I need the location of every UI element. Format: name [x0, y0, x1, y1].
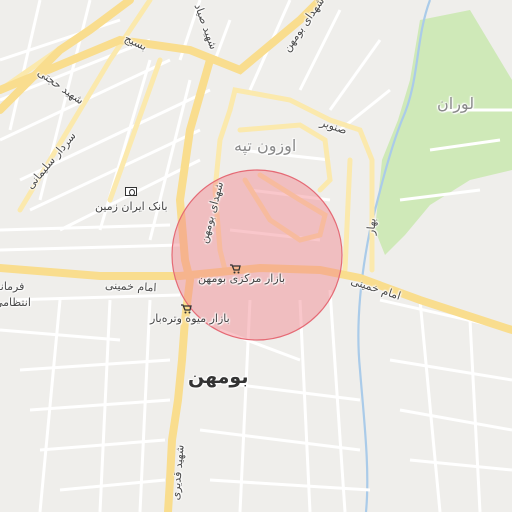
road-label-imam-khomeini-west: امام خمینی	[104, 278, 157, 295]
place-label-owzun-tappeh: اوزون تپه	[234, 136, 297, 155]
place-label-bumehen: بومهن	[188, 366, 249, 388]
road-label-edge-left-1: فرمانداری	[0, 280, 25, 293]
cart-icon[interactable]	[230, 259, 241, 274]
map-base-layer	[0, 0, 512, 512]
bank-icon[interactable]	[125, 187, 137, 196]
poi-label-bank[interactable]: بانک ایران زمین	[95, 200, 168, 213]
poi-label-bazaar-fruit[interactable]: بازار میوه وتره‌بار	[150, 312, 230, 325]
green-park-area	[375, 10, 512, 255]
road-label-bahar: بهار	[364, 217, 379, 236]
cart-icon[interactable]	[181, 299, 192, 314]
place-label-lavaran: لوران	[437, 94, 475, 113]
map-view[interactable]: بومهن اوزون تپه لوران امام خمینی امام خم…	[0, 0, 512, 512]
road-label-edge-left-2: انتظامی	[0, 296, 31, 309]
poi-label-bazaar-markazi[interactable]: بازار مرکزی بومهن	[198, 272, 285, 285]
